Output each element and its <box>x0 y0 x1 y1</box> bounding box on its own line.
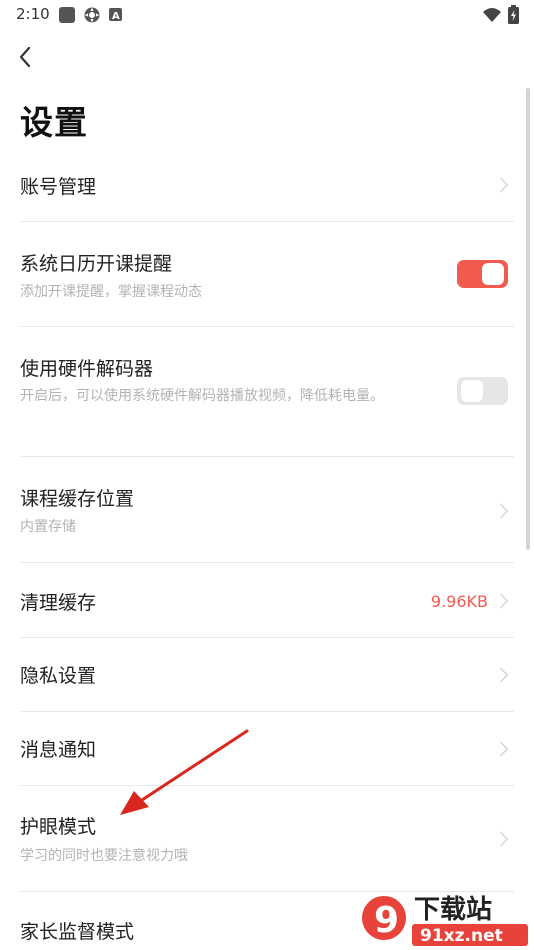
watermark-logo: 9 下载站 91xz.net <box>362 895 528 946</box>
page-title: 设置 <box>20 103 88 142</box>
battery-charging-icon <box>508 5 519 24</box>
chevron-right-icon <box>493 503 509 519</box>
setting-item-label: 使用硬件解码器 <box>20 358 154 380</box>
svg-text:91xz.net: 91xz.net <box>420 926 503 946</box>
wifi-icon <box>483 8 501 22</box>
setting-item-label: 系统日历开课提醒 <box>20 253 173 275</box>
setting-item-cache-location[interactable]: 课程缓存位置 内置存储 <box>0 457 528 563</box>
setting-item-notifications[interactable]: 消息通知 <box>0 712 528 786</box>
cache-size-value: 9.96KB <box>430 592 488 611</box>
setting-item-label: 账号管理 <box>20 176 97 198</box>
chevron-left-icon[interactable] <box>10 42 40 72</box>
settings-gear-icon <box>84 7 100 23</box>
chevron-right-icon <box>493 177 509 193</box>
setting-item-description: 开启后，可以使用系统硬件解码器播放视频，降低耗电量。 <box>20 388 384 404</box>
status-bar: 2:10 A <box>0 0 534 30</box>
svg-text:9: 9 <box>374 900 399 941</box>
svg-text:A: A <box>112 11 120 22</box>
setting-item-label: 清理缓存 <box>20 592 97 614</box>
chevron-right-icon <box>493 831 509 847</box>
setting-item-account[interactable]: 账号管理 <box>0 150 528 222</box>
app-square-icon <box>59 7 75 23</box>
setting-item-description: 内置存储 <box>20 519 76 535</box>
chevron-right-icon <box>493 741 509 757</box>
svg-text:下载站: 下载站 <box>414 895 492 925</box>
setting-item-hardware-decoder: 使用硬件解码器 开启后，可以使用系统硬件解码器播放视频，降低耗电量。 <box>0 327 528 457</box>
status-time: 2:10 <box>16 5 50 23</box>
setting-item-label: 隐私设置 <box>20 665 97 687</box>
setting-item-description: 添加开课提醒，掌握课程动态 <box>20 284 202 300</box>
hardware-decoder-toggle[interactable] <box>457 377 508 405</box>
toggle-knob <box>461 380 483 402</box>
setting-item-label: 消息通知 <box>20 739 97 761</box>
chevron-right-icon <box>493 667 509 683</box>
setting-item-label: 家长监督模式 <box>20 921 135 943</box>
setting-item-clear-cache[interactable]: 清理缓存 9.96KB <box>0 563 528 638</box>
toggle-knob <box>482 263 504 285</box>
setting-item-label: 课程缓存位置 <box>20 488 135 510</box>
font-a-icon: A <box>109 8 122 22</box>
chevron-right-icon <box>493 593 509 609</box>
setting-item-label: 护眼模式 <box>20 816 97 838</box>
setting-item-calendar-reminder: 系统日历开课提醒 添加开课提醒，掌握课程动态 <box>0 222 528 326</box>
setting-item-eye-protection[interactable]: 护眼模式 学习的同时也要注意视力哦 <box>0 786 528 892</box>
setting-item-privacy[interactable]: 隐私设置 <box>0 638 528 712</box>
calendar-reminder-toggle[interactable] <box>457 260 508 288</box>
setting-item-description: 学习的同时也要注意视力哦 <box>20 848 188 864</box>
